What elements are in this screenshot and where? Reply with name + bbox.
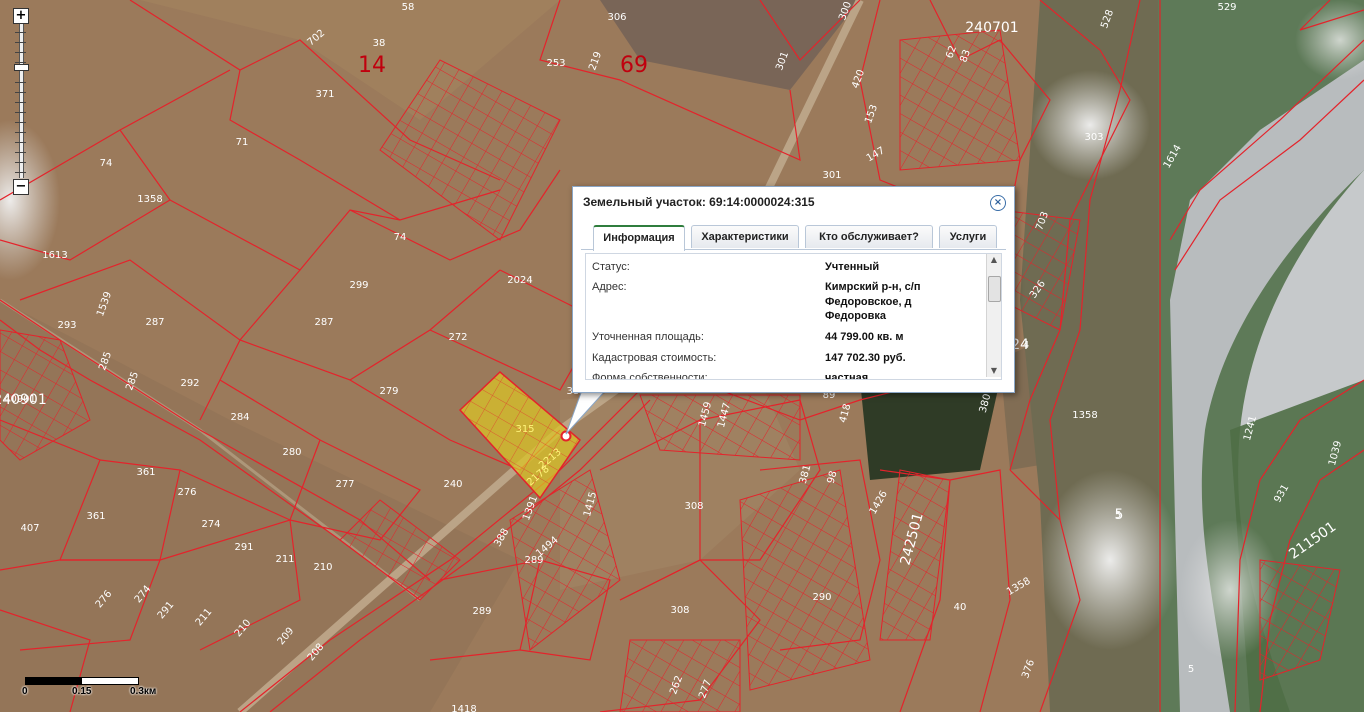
scrollbar-thumb[interactable] <box>988 276 1001 302</box>
parcel-label: 308 <box>670 605 689 616</box>
parcel-label: 306 <box>607 12 626 23</box>
tab-information[interactable]: Информация <box>593 225 685 251</box>
scale-label-0: 0 <box>22 686 28 697</box>
parcel-label: 74 <box>394 232 407 243</box>
parcel-label: 38 <box>373 38 386 49</box>
area-label: Уточненная площадь: <box>592 331 704 343</box>
parcel-label: 308 <box>684 501 703 512</box>
parcel-label: 40 <box>954 602 967 613</box>
scroll-up-icon[interactable]: ▲ <box>987 254 1001 266</box>
zoom-control[interactable]: + − <box>13 8 29 195</box>
parcel-label: 1358 <box>1072 410 1097 421</box>
parcel-label: 279 <box>379 386 398 397</box>
zoom-tick <box>15 82 26 83</box>
zoom-tick <box>15 162 26 163</box>
parcel-label: 71 <box>236 137 249 148</box>
block-label: 240701 <box>965 20 1018 36</box>
address-label: Адрес: <box>592 281 627 293</box>
tab-services[interactable]: Услуги <box>939 225 997 248</box>
parcel-label: 58 <box>402 2 415 13</box>
parcel-label: 5 <box>1188 664 1194 675</box>
popup-tabs: Информация Характеристики Кто обслуживае… <box>581 225 1006 251</box>
cadastral-value: 147 702.30 руб. <box>825 352 906 364</box>
scroll-down-icon[interactable]: ▼ <box>987 365 1001 377</box>
parcel-label: 211 <box>275 554 294 565</box>
parcel-label: 407 <box>20 523 39 534</box>
ownership-label: Форма собственности: <box>592 372 708 380</box>
zoom-tick <box>15 42 26 43</box>
zoom-tick <box>15 62 26 63</box>
parcel-label: 290 <box>812 592 831 603</box>
zoom-tick <box>15 112 26 113</box>
parcel-label: 274 <box>201 519 220 530</box>
parcel-label: 210 <box>313 562 332 573</box>
parcel-label: 361 <box>136 467 155 478</box>
parcel-label: 301 <box>822 170 841 181</box>
parcel-label: 276 <box>177 487 196 498</box>
zoom-tick <box>15 122 26 123</box>
address-value: Кимрский р-н, с/п Федоровское, д Федоров… <box>825 281 921 322</box>
parcel-label: 292 <box>180 378 199 389</box>
zoom-in-button[interactable]: + <box>13 8 29 24</box>
popup-title: Земельный участок: 69:14:0000024:315 <box>583 195 815 209</box>
zoom-tick <box>15 152 26 153</box>
scrollbar[interactable]: ▲ ▼ <box>986 254 1001 377</box>
parcel-label: 529 <box>1217 2 1236 13</box>
parcel-label: 315 <box>515 424 534 435</box>
scale-bar-track <box>25 677 139 685</box>
parcel-label: 291 <box>234 542 253 553</box>
parcel-label: 277 <box>335 479 354 490</box>
status-value: Учтенный <box>825 261 880 273</box>
parcel-label: 1358 <box>137 194 162 205</box>
zoom-tick <box>15 172 26 173</box>
zoom-tick <box>15 92 26 93</box>
parcel-label: 272 <box>448 332 467 343</box>
parcel-label: 240 <box>443 479 462 490</box>
parcel-label: 361 <box>86 511 105 522</box>
parcel-label: 1418 <box>451 704 476 712</box>
zoom-out-button[interactable]: − <box>13 179 29 195</box>
zoom-slider[interactable] <box>19 24 24 178</box>
zoom-slider-thumb[interactable] <box>14 64 29 71</box>
parcel-label: 1613 <box>42 250 67 261</box>
zoom-tick <box>15 102 26 103</box>
tab-characteristics[interactable]: Характеристики <box>691 225 799 248</box>
parcel-label: 4 <box>1023 340 1029 351</box>
parcel-label: 293 <box>57 320 76 331</box>
parcel-info-popup: Земельный участок: 69:14:0000024:315 × И… <box>572 186 1015 393</box>
tab-who-serves[interactable]: Кто обслуживает? <box>805 225 933 248</box>
zoom-tick <box>15 132 26 133</box>
zoom-tick <box>15 52 26 53</box>
parcel-label: 2024 <box>507 275 532 286</box>
parcel-label: 371 <box>315 89 334 100</box>
scale-bar-segment <box>26 678 82 684</box>
ownership-value: частная <box>825 372 869 380</box>
scale-bar: 0 0.15 0.3км <box>22 677 172 701</box>
parcel-label: 280 <box>282 447 301 458</box>
parcel-label: 303 <box>1084 132 1103 143</box>
parcel-label: 253 <box>546 58 565 69</box>
info-panel[interactable]: Статус: Учтенный Адрес: Кимрский р-н, с/… <box>585 253 1002 380</box>
parcel-label: 287 <box>314 317 333 328</box>
parcel-label: 40901 <box>4 394 36 405</box>
parcel-label: 284 <box>230 412 249 423</box>
zoom-tick <box>15 142 26 143</box>
parcel-label: 289 <box>472 606 491 617</box>
status-label: Статус: <box>592 261 630 273</box>
scale-label-max: 0.3км <box>130 686 157 697</box>
parcel-label: 5 <box>1115 510 1121 521</box>
cadastral-value-label: Кадастровая стоимость: <box>592 352 717 364</box>
area-value: 44 799.00 кв. м <box>825 331 904 343</box>
parcel-label: 287 <box>145 317 164 328</box>
close-button[interactable]: × <box>990 195 1006 211</box>
popup-pointer <box>565 388 608 435</box>
cloud <box>1030 70 1150 180</box>
block-label: 14 <box>358 53 386 78</box>
zoom-tick <box>15 32 26 33</box>
block-label: 69 <box>620 53 648 78</box>
scale-label-mid: 0.15 <box>72 686 92 697</box>
parcel-label: 299 <box>349 280 368 291</box>
parcel-label: 74 <box>100 158 113 169</box>
